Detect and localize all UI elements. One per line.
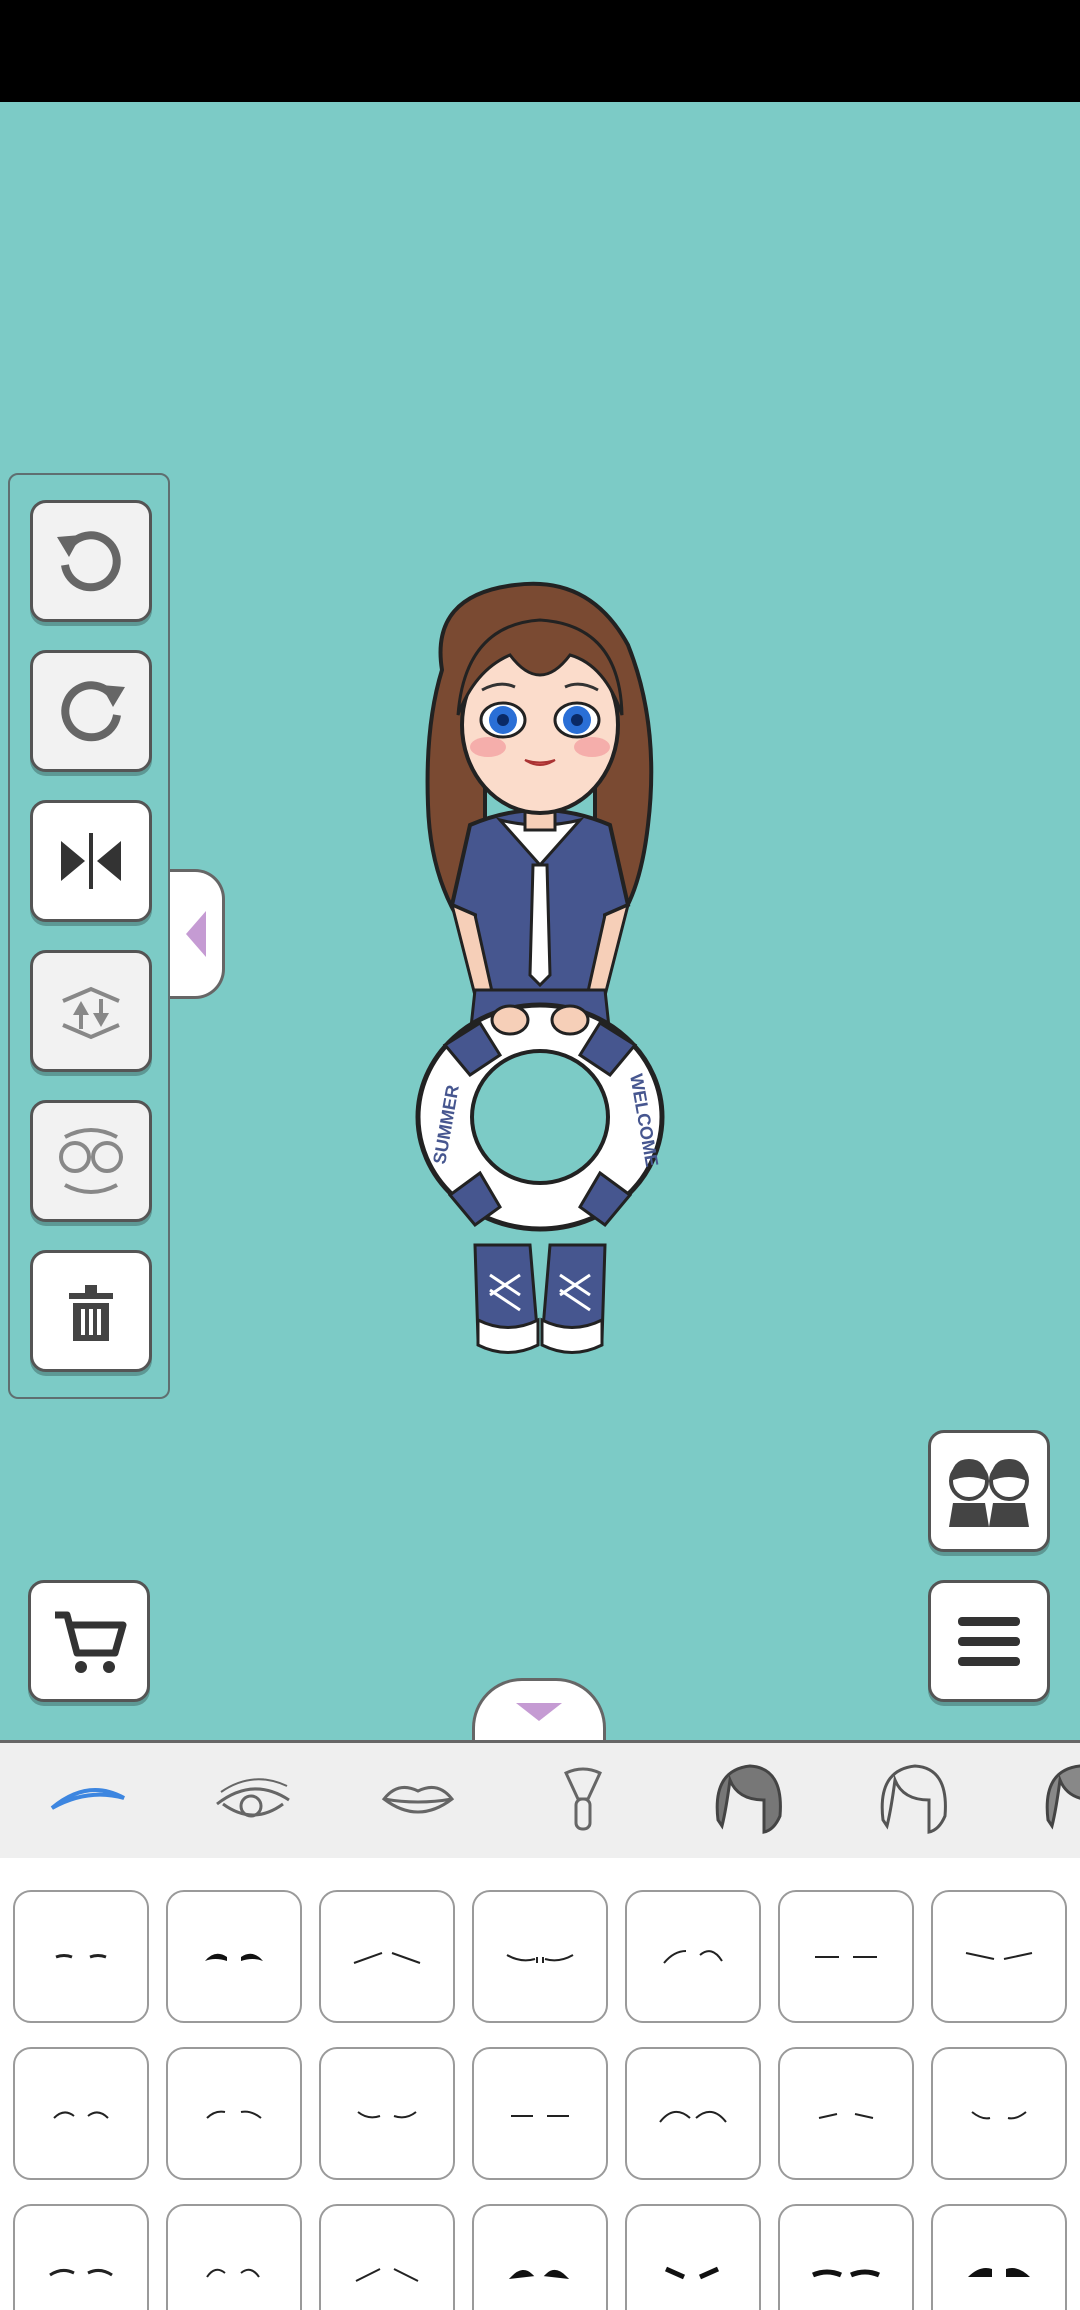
- eyebrow-options-panel: [0, 1858, 1080, 2310]
- redo-icon: [61, 681, 125, 742]
- tab-eyes[interactable]: [210, 1757, 296, 1843]
- eyebrow-option[interactable]: [166, 2047, 302, 2180]
- redo-button[interactable]: [30, 650, 152, 772]
- layer-swap-icon: [62, 986, 120, 1040]
- eyebrow-option[interactable]: [319, 1890, 455, 2023]
- eyebrow-option[interactable]: [625, 2204, 761, 2310]
- swap-character-button[interactable]: [30, 1100, 152, 1222]
- brush-icon: [564, 1767, 602, 1831]
- eyebrow-option[interactable]: [13, 1890, 149, 2023]
- chevron-left-icon: [186, 911, 206, 957]
- flip-button[interactable]: [30, 800, 152, 922]
- tool-panel: [8, 473, 170, 1399]
- tab-lips[interactable]: [375, 1757, 461, 1843]
- eyebrow-option[interactable]: [625, 2047, 761, 2180]
- characters-button[interactable]: [928, 1430, 1050, 1552]
- drawer-toggle-button[interactable]: [472, 1678, 606, 1742]
- character-avatar[interactable]: SUMMER WELCOME: [390, 575, 690, 1365]
- eyebrow-option[interactable]: [13, 2047, 149, 2180]
- eyebrow-option[interactable]: [778, 2204, 914, 2310]
- cart-icon: [55, 1611, 127, 1673]
- trash-icon: [69, 1285, 113, 1341]
- category-tab-bar: [0, 1740, 1080, 1858]
- character-swap-icon: [59, 1128, 123, 1194]
- eyebrow-option[interactable]: [931, 2204, 1067, 2310]
- layer-button[interactable]: [30, 950, 152, 1072]
- cart-button[interactable]: [28, 1580, 150, 1702]
- eyebrow-option[interactable]: [319, 2204, 455, 2310]
- eyebrow-option[interactable]: [778, 1890, 914, 2023]
- eyebrow-option[interactable]: [625, 1890, 761, 2023]
- menu-button[interactable]: [928, 1580, 1050, 1702]
- hair-dark-icon: [715, 1764, 782, 1834]
- eyebrow-option[interactable]: [472, 2204, 608, 2310]
- eyebrow-option[interactable]: [931, 1890, 1067, 2023]
- tab-blush[interactable]: [540, 1757, 626, 1843]
- undo-button[interactable]: [30, 500, 152, 622]
- tab-hair-back[interactable]: [870, 1757, 956, 1843]
- eyebrow-option[interactable]: [931, 2047, 1067, 2180]
- eyebrow-option[interactable]: [319, 2047, 455, 2180]
- eyebrow-icon: [50, 1788, 125, 1810]
- tab-eyebrows[interactable]: [45, 1757, 131, 1843]
- flip-horizontal-icon: [61, 833, 121, 889]
- eyebrow-option[interactable]: [13, 2204, 149, 2310]
- eyebrow-option[interactable]: [166, 2204, 302, 2310]
- eyebrow-option[interactable]: [472, 1890, 608, 2023]
- eyebrow-option[interactable]: [778, 2047, 914, 2180]
- status-bar: [0, 0, 1080, 102]
- delete-button[interactable]: [30, 1250, 152, 1372]
- eye-icon: [216, 1778, 290, 1818]
- hair-outline-icon: [880, 1764, 947, 1834]
- eyebrow-option[interactable]: [166, 1890, 302, 2023]
- undo-icon: [57, 531, 121, 592]
- collapse-toolbar-button[interactable]: [170, 869, 225, 999]
- lips-icon: [381, 1785, 455, 1814]
- eyebrow-option[interactable]: [472, 2047, 608, 2180]
- hair-partial-icon: [1045, 1764, 1080, 1830]
- tab-hair-extra[interactable]: [1035, 1757, 1080, 1843]
- chevron-down-icon: [516, 1702, 562, 1721]
- tab-hair-front[interactable]: [705, 1757, 791, 1843]
- characters-icon: [949, 1459, 1029, 1527]
- menu-icon: [958, 1617, 1020, 1666]
